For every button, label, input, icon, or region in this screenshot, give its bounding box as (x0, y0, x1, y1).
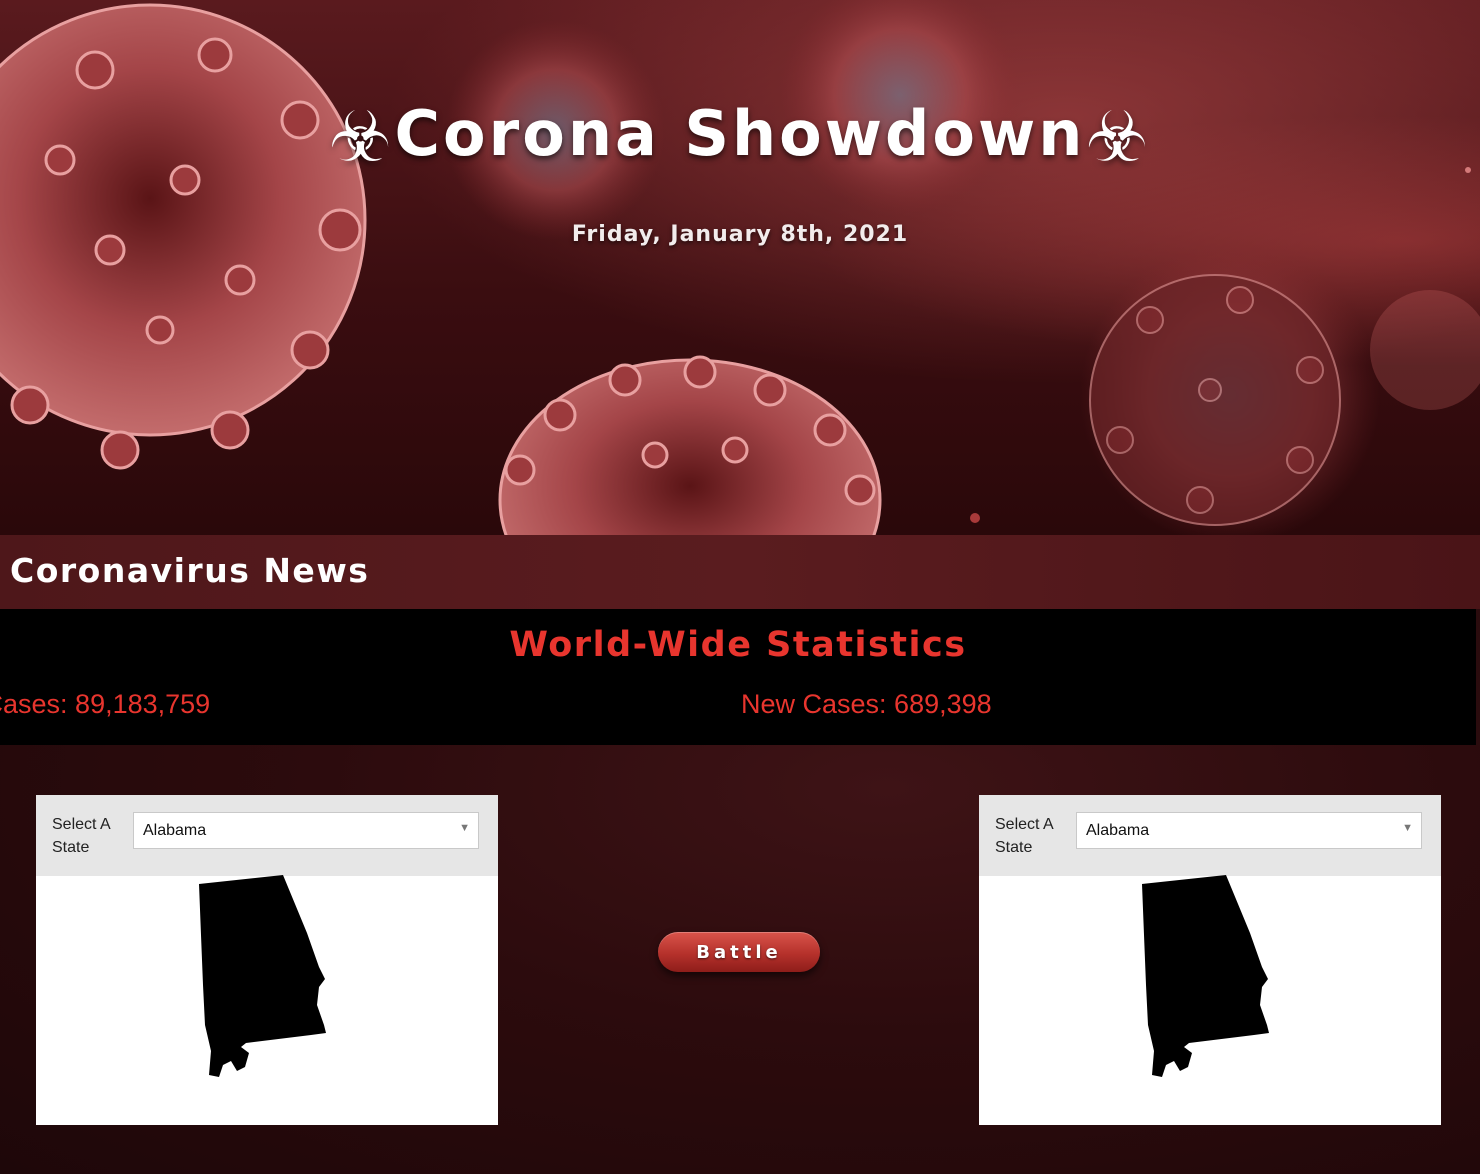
battle-arena: Select A State Alabama ▼ Battle Select A… (0, 745, 1480, 1174)
dropdown-caret-icon: ▼ (459, 822, 470, 834)
left-state-selector: Select A State Alabama ▼ (36, 795, 498, 876)
world-statistics: World-Wide Statistics al Cases: 89,183,7… (0, 609, 1476, 745)
battle-button[interactable]: Battle (658, 932, 820, 972)
right-state-dropdown[interactable]: Alabama ▼ (1076, 812, 1422, 849)
hero-banner: ☣Corona Showdown☣ Friday, January 8th, 2… (0, 0, 1480, 535)
dropdown-caret-icon: ▼ (1402, 822, 1413, 834)
left-state-card: Select A State Alabama ▼ (36, 795, 498, 1125)
alabama-map-icon (199, 875, 326, 1077)
total-cases-stat: al Cases: 89,183,759 (0, 689, 211, 719)
right-state-selector: Select A State Alabama ▼ (979, 795, 1441, 876)
news-heading: Coronavirus News (10, 551, 370, 590)
biohazard-icon: ☣ (328, 96, 395, 178)
page: ☣Corona Showdown☣ Friday, January 8th, 2… (0, 0, 1480, 1174)
left-state-selected-value: Alabama (143, 822, 207, 839)
select-state-label: Select A State (52, 816, 110, 856)
news-section: Coronavirus News (0, 535, 1480, 609)
alabama-map-icon (1142, 875, 1269, 1077)
site-title-text: Corona Showdown (394, 97, 1086, 170)
virus-background-art (0, 0, 1480, 535)
current-date: Friday, January 8th, 2021 (571, 222, 909, 247)
statistics-heading: World-Wide Statistics (509, 625, 967, 665)
new-cases-stat: New Cases: 689,398 (741, 689, 992, 719)
site-title: ☣Corona Showdown☣ (0, 96, 1480, 178)
select-state-label: Select A State (995, 816, 1053, 856)
left-state-dropdown[interactable]: Alabama ▼ (133, 812, 479, 849)
biohazard-icon: ☣ (1085, 96, 1152, 178)
right-state-card: Select A State Alabama ▼ (979, 795, 1441, 1125)
right-state-selected-value: Alabama (1086, 822, 1150, 839)
